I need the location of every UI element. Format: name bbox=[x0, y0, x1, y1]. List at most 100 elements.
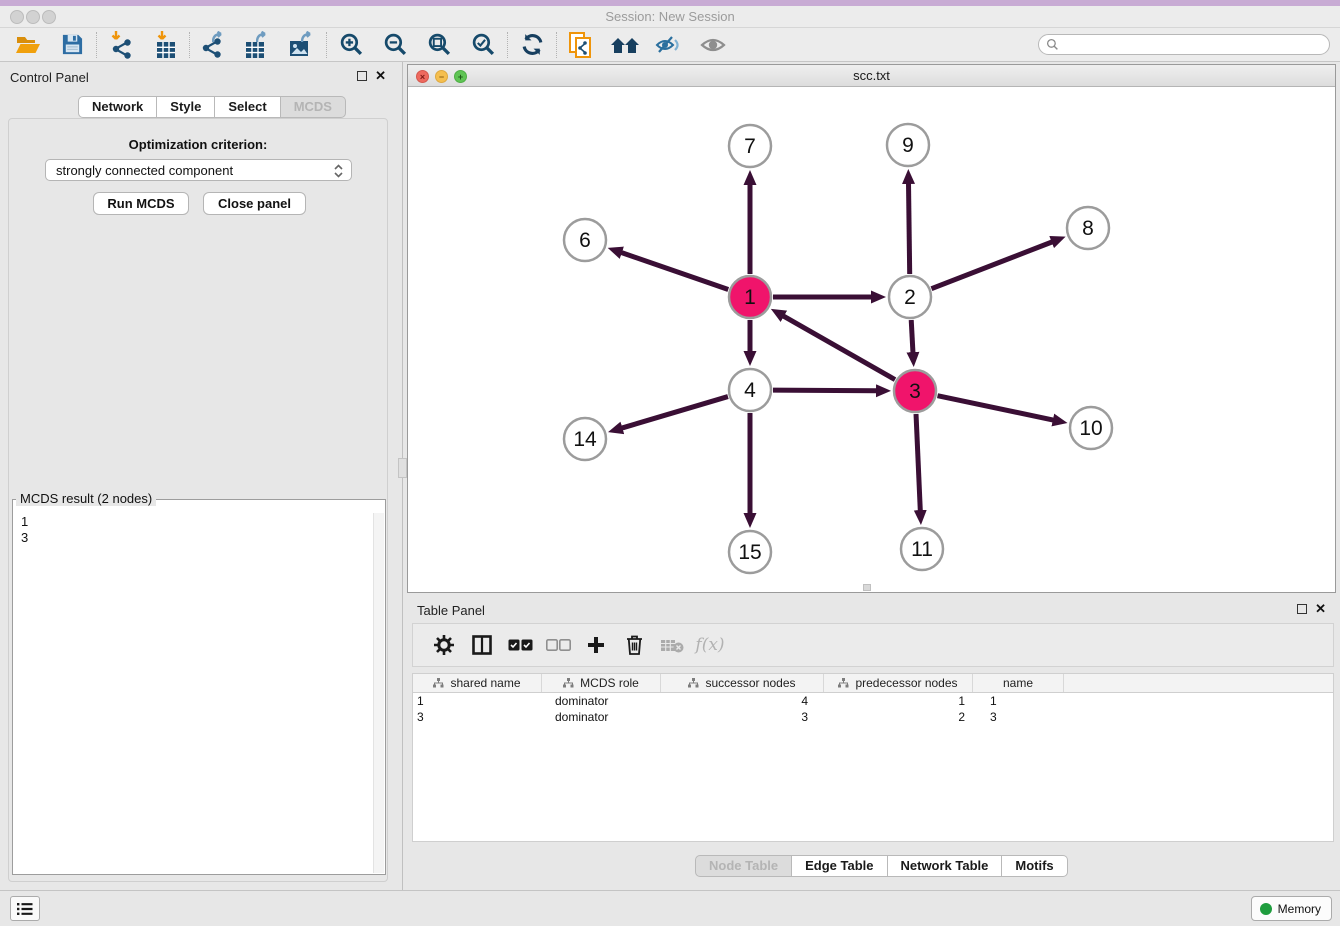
table-cell[interactable]: 1 bbox=[824, 693, 973, 709]
graph-node-4[interactable]: 4 bbox=[729, 369, 771, 411]
float-table-panel-icon[interactable] bbox=[1297, 604, 1307, 614]
column-label: predecessor nodes bbox=[855, 676, 957, 690]
graph-node-7[interactable]: 7 bbox=[729, 125, 771, 167]
export-table-button[interactable] bbox=[236, 30, 280, 60]
close-panel-icon[interactable]: ✕ bbox=[375, 71, 386, 81]
tab-motifs[interactable]: Motifs bbox=[1002, 855, 1067, 877]
minimize-window-button[interactable] bbox=[26, 10, 40, 24]
table-cell[interactable]: 2 bbox=[824, 709, 973, 725]
network-minimize-button[interactable]: − bbox=[435, 70, 448, 83]
hierarchy-icon bbox=[433, 678, 444, 688]
network-window-titlebar[interactable]: × − + scc.txt bbox=[408, 65, 1335, 87]
graph-edge-1-6[interactable] bbox=[621, 252, 728, 289]
graph-edge-3-1[interactable] bbox=[783, 316, 895, 380]
column-header-mcds-role[interactable]: MCDS role bbox=[542, 674, 661, 692]
network-zoom-button[interactable]: + bbox=[454, 70, 467, 83]
table-cell[interactable]: 3 bbox=[973, 709, 1064, 725]
column-header-predecessor-nodes[interactable]: predecessor nodes bbox=[824, 674, 973, 692]
memory-button[interactable]: Memory bbox=[1251, 896, 1332, 921]
graph-edge-2-3[interactable] bbox=[911, 320, 913, 353]
tab-node-table[interactable]: Node Table bbox=[695, 855, 792, 877]
zoom-selected-button[interactable] bbox=[461, 30, 505, 60]
graph-edge-2-8[interactable] bbox=[931, 242, 1052, 289]
zoom-in-button[interactable] bbox=[329, 30, 373, 60]
close-table-panel-icon[interactable]: ✕ bbox=[1315, 604, 1326, 614]
zoom-fit-button[interactable] bbox=[417, 30, 461, 60]
close-panel-button[interactable]: Close panel bbox=[203, 192, 306, 215]
refresh-button[interactable] bbox=[510, 30, 554, 60]
import-table-button[interactable] bbox=[143, 30, 187, 60]
network-close-button[interactable]: × bbox=[416, 70, 429, 83]
graph-edge-3-11[interactable] bbox=[916, 414, 920, 511]
graph-node-10[interactable]: 10 bbox=[1070, 407, 1112, 449]
mcds-result-box[interactable]: 1 3 bbox=[12, 499, 386, 875]
export-network-button[interactable] bbox=[192, 30, 236, 60]
result-scrollbar[interactable] bbox=[373, 513, 384, 873]
graph-edge-4-3[interactable] bbox=[773, 390, 877, 391]
tab-select[interactable]: Select bbox=[215, 96, 280, 118]
graph-node-3[interactable]: 3 bbox=[894, 370, 936, 412]
node-table[interactable]: shared nameMCDS rolesuccessor nodes prede… bbox=[412, 673, 1334, 842]
table-cell[interactable]: 1 bbox=[413, 693, 542, 709]
graph-node-6[interactable]: 6 bbox=[564, 219, 606, 261]
network-canvas[interactable]: 1 2 3 4 6 7 8 9 10 11 14 15 bbox=[408, 87, 1335, 592]
graph-node-1[interactable]: 1 bbox=[729, 276, 771, 318]
import-network-button[interactable] bbox=[99, 30, 143, 60]
graph-node-14[interactable]: 14 bbox=[564, 418, 606, 460]
table-cell[interactable]: 4 bbox=[661, 693, 824, 709]
column-header-shared-name[interactable]: shared name bbox=[413, 674, 542, 692]
graph-node-2[interactable]: 2 bbox=[889, 276, 931, 318]
table-settings-button[interactable] bbox=[425, 629, 463, 661]
show-all-button[interactable] bbox=[691, 30, 735, 60]
delete-column-button[interactable] bbox=[615, 629, 653, 661]
tab-mcds[interactable]: MCDS bbox=[281, 96, 346, 118]
close-window-button[interactable] bbox=[10, 10, 24, 24]
run-mcds-button[interactable]: Run MCDS bbox=[93, 192, 189, 215]
table-row[interactable]: 3dominator323 bbox=[413, 709, 1333, 725]
tab-style[interactable]: Style bbox=[157, 96, 215, 118]
export-table-icon bbox=[244, 31, 272, 59]
graph-edge-3-10[interactable] bbox=[938, 396, 1054, 420]
column-layout-button[interactable] bbox=[463, 629, 501, 661]
task-history-button[interactable] bbox=[10, 896, 40, 921]
network-graph[interactable]: 1 2 3 4 6 7 8 9 10 11 14 15 bbox=[408, 87, 1335, 592]
criterion-select[interactable]: strongly connected component bbox=[45, 159, 352, 181]
graph-edge-4-14[interactable] bbox=[621, 397, 728, 429]
save-session-button[interactable] bbox=[50, 30, 94, 60]
export-image-button[interactable] bbox=[280, 30, 324, 60]
clone-network-button[interactable] bbox=[559, 30, 603, 60]
maximize-window-button[interactable] bbox=[42, 10, 56, 24]
column-header-name[interactable]: name bbox=[973, 674, 1064, 692]
first-neighbors-button[interactable] bbox=[603, 30, 647, 60]
criterion-selected-value: strongly connected component bbox=[56, 163, 233, 178]
table-cell[interactable]: dominator bbox=[542, 709, 661, 725]
table-row[interactable]: 1dominator411 bbox=[413, 693, 1333, 709]
graph-node-11[interactable]: 11 bbox=[901, 528, 943, 570]
select-all-button[interactable] bbox=[501, 629, 539, 661]
zoom-out-button[interactable] bbox=[373, 30, 417, 60]
network-window-title: scc.txt bbox=[408, 65, 1335, 86]
hide-selected-button[interactable] bbox=[647, 30, 691, 60]
float-panel-icon[interactable] bbox=[357, 71, 367, 81]
table-cell[interactable]: 1 bbox=[973, 693, 1064, 709]
table-cell[interactable]: dominator bbox=[542, 693, 661, 709]
search-input[interactable] bbox=[1038, 34, 1330, 55]
table-cell[interactable]: 3 bbox=[661, 709, 824, 725]
tab-network-table[interactable]: Network Table bbox=[888, 855, 1003, 877]
graph-node-15[interactable]: 15 bbox=[729, 531, 771, 573]
graph-node-9[interactable]: 9 bbox=[887, 124, 929, 166]
open-file-button[interactable] bbox=[6, 30, 50, 60]
tab-edge-table[interactable]: Edge Table bbox=[792, 855, 887, 877]
main-titlebar: Session: New Session bbox=[0, 6, 1340, 28]
canvas-resize-grip[interactable] bbox=[863, 584, 871, 591]
table-cell[interactable]: 3 bbox=[413, 709, 542, 725]
tab-network[interactable]: Network bbox=[78, 96, 157, 118]
panel-divider-grip[interactable] bbox=[398, 458, 407, 478]
graph-node-8[interactable]: 8 bbox=[1067, 207, 1109, 249]
add-column-button[interactable] bbox=[577, 629, 615, 661]
graph-edge-2-9[interactable] bbox=[909, 183, 910, 274]
node-label: 4 bbox=[744, 379, 756, 402]
node-label: 14 bbox=[573, 428, 597, 451]
column-header-successor-nodes[interactable]: successor nodes bbox=[661, 674, 824, 692]
deselect-all-button[interactable] bbox=[539, 629, 577, 661]
